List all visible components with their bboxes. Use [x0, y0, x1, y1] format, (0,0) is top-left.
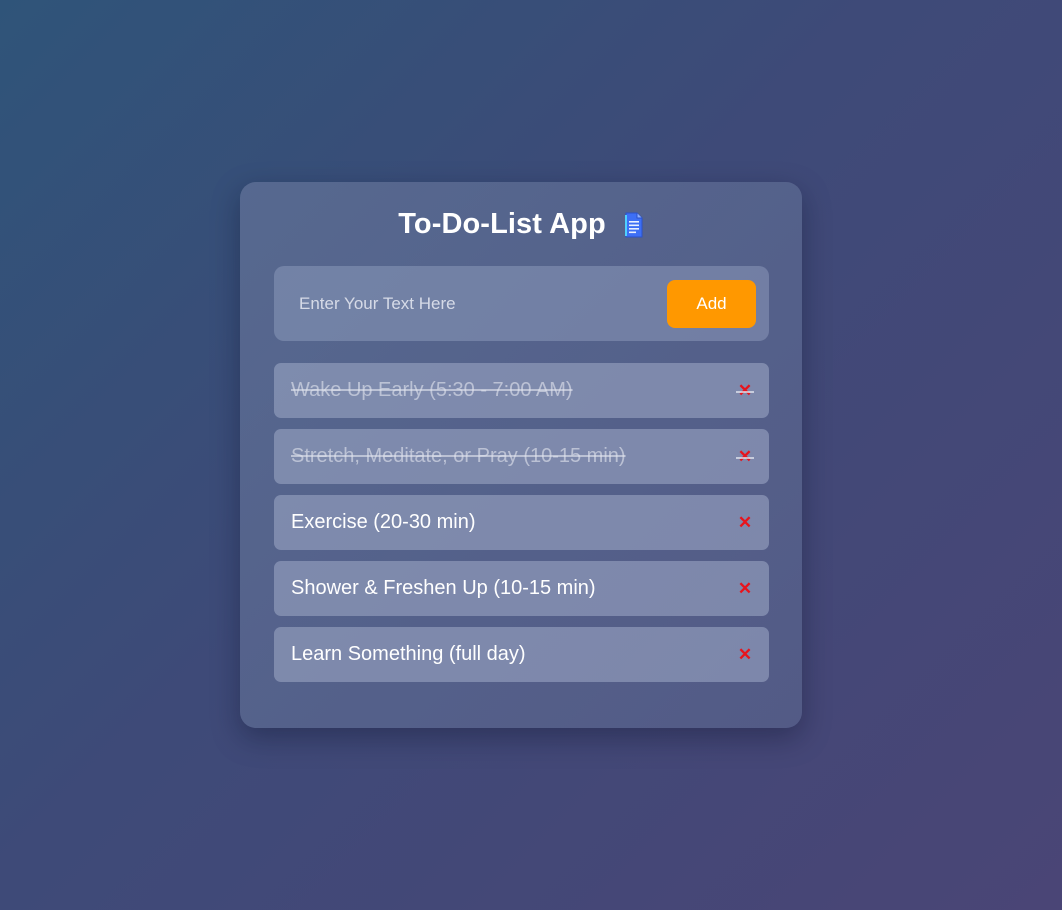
- document-icon: [624, 212, 644, 238]
- delete-icon[interactable]: ✕: [736, 381, 754, 400]
- task-text[interactable]: Stretch, Meditate, or Pray (10-15 min): [291, 445, 626, 468]
- task-text[interactable]: Exercise (20-30 min): [291, 511, 476, 534]
- task-item[interactable]: Learn Something (full day) ✕: [274, 627, 769, 682]
- task-item[interactable]: Shower & Freshen Up (10-15 min) ✕: [274, 561, 769, 616]
- todo-card: To-Do-List App Add Wake Up Early (5:30 -…: [240, 182, 802, 728]
- task-list: Wake Up Early (5:30 - 7:00 AM) ✕ Stretch…: [274, 363, 769, 693]
- task-text[interactable]: Wake Up Early (5:30 - 7:00 AM): [291, 379, 573, 402]
- delete-icon[interactable]: ✕: [736, 447, 754, 466]
- delete-icon[interactable]: ✕: [737, 645, 753, 664]
- task-input[interactable]: [299, 283, 667, 324]
- task-item[interactable]: Exercise (20-30 min) ✕: [274, 495, 769, 550]
- task-text[interactable]: Shower & Freshen Up (10-15 min): [291, 577, 596, 600]
- task-item[interactable]: Wake Up Early (5:30 - 7:00 AM) ✕: [274, 363, 769, 418]
- task-item[interactable]: Stretch, Meditate, or Pray (10-15 min) ✕: [274, 429, 769, 484]
- add-task-panel: Add: [274, 266, 769, 341]
- delete-icon[interactable]: ✕: [737, 579, 753, 598]
- app-title: To-Do-List App: [398, 207, 606, 240]
- add-button[interactable]: Add: [667, 279, 756, 328]
- task-text[interactable]: Learn Something (full day): [291, 643, 526, 666]
- delete-icon[interactable]: ✕: [737, 513, 753, 532]
